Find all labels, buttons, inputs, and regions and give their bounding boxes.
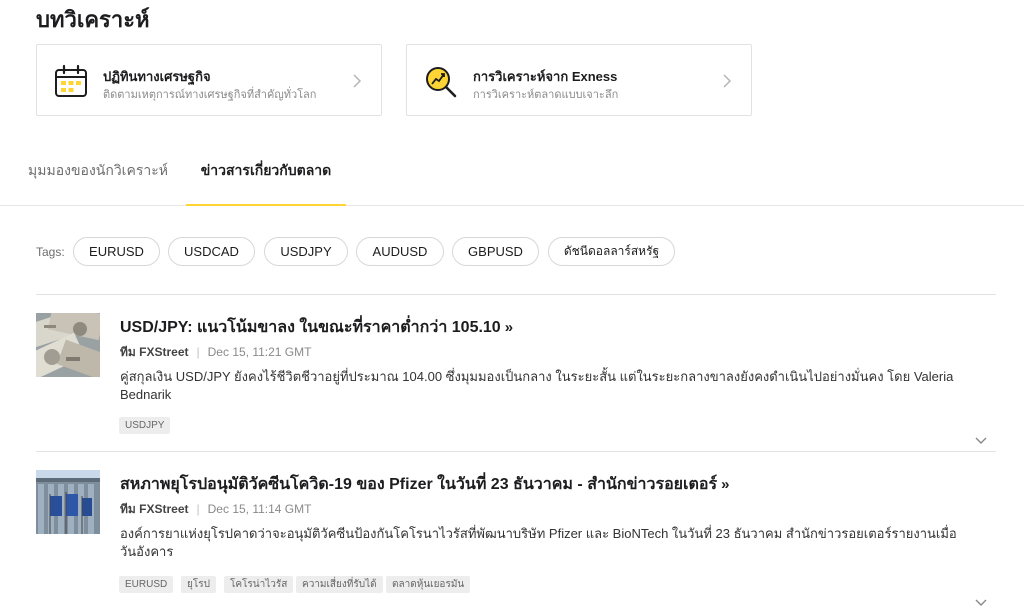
economic-calendar-card[interactable]: ปฏิทินทางเศรษฐกิจ ติดตามเหตุการณ์ทางเศรษ… [36, 44, 382, 116]
tag-filter-audusd[interactable]: AUDUSD [356, 237, 444, 266]
chevron-right-icon [353, 74, 362, 88]
yen-banknotes-image [36, 313, 100, 377]
article-thumbnail[interactable] [36, 313, 100, 377]
article-excerpt: องค์การยาแห่งยุโรปคาดว่าจะอนุมัติวัคซีนป… [120, 526, 957, 559]
article-tag[interactable]: ตลาดหุ้นเยอรมัน [386, 576, 471, 593]
article-title: สหภาพยุโรปอนุมัติวัคซีนโควิด-19 ของ Pfiz… [120, 476, 718, 493]
tab-bar: มุมมองของนักวิเคราะห์ ข่าวสารเกี่ยวกับตล… [0, 140, 1024, 206]
card-subtitle: ติดตามเหตุการณ์ทางเศรษฐกิจที่สำคัญทั่วโล… [103, 89, 317, 101]
analysis-magnifier-icon [426, 67, 457, 98]
divider [36, 294, 996, 295]
eu-building-flags-image [36, 470, 100, 534]
double-chevron-icon: » [504, 319, 514, 336]
article-tag[interactable]: USDJPY [119, 417, 171, 434]
chevron-down-icon[interactable] [974, 598, 988, 608]
article-author: ทีม FXStreet [120, 502, 189, 516]
chevron-right-icon [723, 74, 732, 88]
article-thumbnail[interactable] [36, 470, 100, 534]
article-author: ทีม FXStreet [120, 345, 189, 359]
tab-analyst-views[interactable]: มุมมองของนักวิเคราะห์ [28, 140, 168, 204]
article-meta: ทีม FXStreet | Dec 15, 11:21 GMT [120, 343, 311, 362]
article-title-link[interactable]: USD/JPY: แนวโน้มขาลง ในขณะที่ราคาต่ำกว่า… [120, 315, 513, 340]
article-title-link[interactable]: สหภาพยุโรปอนุมัติวัคซีนโควิด-19 ของ Pfiz… [120, 472, 729, 497]
tag-filter-usdjpy[interactable]: USDJPY [264, 237, 348, 266]
article-title: USD/JPY: แนวโน้มขาลง ในขณะที่ราคาต่ำกว่า… [120, 319, 501, 336]
divider [36, 451, 996, 452]
article-tag[interactable]: EURUSD [119, 576, 174, 593]
card-subtitle: การวิเคราะห์ตลาดแบบเจาะลึก [473, 89, 619, 101]
double-chevron-icon: » [721, 476, 730, 493]
article-meta: ทีม FXStreet | Dec 15, 11:14 GMT [120, 500, 311, 519]
meta-separator: | [196, 502, 200, 516]
tag-filter-usd-index[interactable]: ดัชนีดอลลาร์สหรัฐ [548, 237, 675, 266]
article-date: Dec 15, 11:14 GMT [207, 502, 312, 516]
exness-analysis-card[interactable]: การวิเคราะห์จาก Exness การวิเคราะห์ตลาดแ… [406, 44, 752, 116]
page-title: บทวิเคราะห์ [36, 7, 150, 32]
tag-filter-usdcad[interactable]: USDCAD [168, 237, 255, 266]
card-title: การวิเคราะห์จาก Exness [473, 69, 618, 84]
article-tag[interactable]: ความเสี่ยงที่รับได้ [296, 576, 383, 593]
tab-market-news[interactable]: ข่าวสารเกี่ยวกับตลาด [186, 140, 346, 206]
tag-filter-eurusd[interactable]: EURUSD [73, 237, 160, 266]
article-tag[interactable]: โคโรน่าไวรัส [224, 576, 294, 593]
article-date: Dec 15, 11:21 GMT [207, 345, 312, 359]
calendar-icon [55, 64, 87, 97]
article-excerpt: คู่สกุลเงิน USD/JPY ยังคงไร้ชีวิตชีวาอยู… [120, 369, 954, 402]
meta-separator: | [196, 345, 200, 359]
tag-filter-gbpusd[interactable]: GBPUSD [452, 237, 539, 266]
card-title: ปฏิทินทางเศรษฐกิจ [103, 69, 211, 84]
tags-label: Tags: [36, 245, 65, 259]
chevron-down-icon[interactable] [974, 436, 988, 446]
article-tag[interactable]: ยุโรป [181, 576, 216, 593]
